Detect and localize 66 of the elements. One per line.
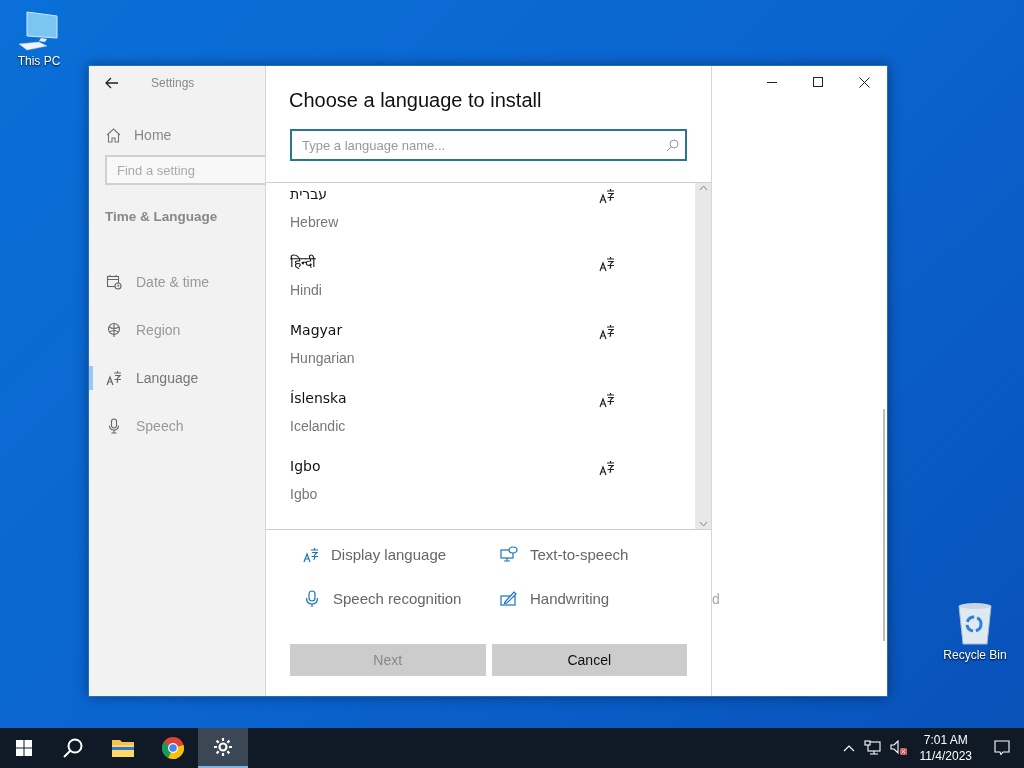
native-name: Igbo	[290, 457, 322, 476]
scroll-down-icon[interactable]	[698, 521, 708, 527]
english-name: Hebrew	[290, 213, 340, 232]
native-name: עברית	[290, 185, 329, 204]
language-icon	[106, 370, 122, 387]
recycle-bin-icon	[955, 602, 995, 646]
selection-indicator	[89, 366, 93, 391]
clock[interactable]: 7:01 AM 11/4/2023	[911, 732, 980, 764]
cancel-button[interactable]: Cancel	[491, 644, 687, 676]
search-icon[interactable]	[666, 139, 679, 152]
microphone-icon	[106, 418, 122, 435]
desktop-icon-label[interactable]: Recycle Bin	[943, 648, 1007, 662]
folder-icon	[111, 738, 135, 758]
muted-speaker-icon[interactable]	[889, 740, 908, 756]
feature-label: Text-to-speech	[530, 544, 629, 565]
language-icon	[599, 324, 615, 340]
chevron-up-icon[interactable]	[842, 744, 855, 752]
dialog-title: Choose a language to install	[289, 88, 543, 113]
language-option[interactable]: Magyar Hungarian	[266, 320, 695, 388]
language-search-field[interactable]: Type a language name...	[290, 129, 687, 161]
section-heading: Time & Language	[105, 208, 219, 226]
back-arrow-icon[interactable]	[105, 76, 119, 90]
english-name: Igbo	[290, 485, 319, 504]
feature-label: Speech recognition	[333, 588, 462, 609]
computer-icon	[17, 10, 61, 52]
browser-icon	[161, 736, 185, 760]
clock-date: 11/4/2023	[919, 748, 972, 764]
calendar-icon	[106, 274, 122, 291]
windows-logo-icon	[16, 740, 32, 756]
search-icon	[62, 737, 84, 759]
globe-icon	[106, 322, 122, 339]
nav-item[interactable]: Language	[89, 354, 265, 403]
settings-icon	[213, 737, 233, 757]
home-icon	[106, 127, 121, 143]
language-option[interactable]: Igbo Igbo	[266, 456, 695, 524]
faded-text: d	[712, 590, 720, 609]
scrollbar[interactable]	[695, 183, 711, 529]
scroll-up-icon[interactable]	[698, 185, 708, 191]
notification-icon	[994, 740, 1010, 756]
microphone-icon	[303, 590, 321, 608]
language-icon	[599, 392, 615, 408]
language-option[interactable]: Íslenska Icelandic	[266, 388, 695, 456]
page-scrollbar[interactable]	[883, 409, 885, 641]
native-name: Magyar	[290, 321, 344, 340]
english-name: Hindi	[290, 281, 323, 300]
taskbar-button[interactable]	[198, 728, 248, 768]
feature-label: Display language	[331, 544, 447, 565]
pen-icon	[500, 590, 518, 608]
feature-label: Handwriting	[530, 588, 610, 609]
english-name: Icelandic	[290, 417, 347, 436]
network-icon[interactable]	[863, 740, 882, 756]
language-icon	[599, 188, 615, 204]
desktop-icon-label[interactable]: This PC	[17, 54, 61, 68]
close-icon	[858, 76, 870, 88]
language-icon	[599, 460, 615, 476]
monitor-speech-icon	[500, 546, 518, 564]
english-name: Hungarian	[290, 349, 356, 368]
maximize-icon	[813, 77, 823, 87]
window-title: Settings	[151, 75, 195, 92]
language-icon	[599, 256, 615, 272]
native-name: Íslenska	[290, 389, 348, 408]
language-option[interactable]: हिन्दी Hindi	[266, 252, 695, 320]
minimize-icon	[767, 81, 777, 83]
clock-time: 7:01 AM	[923, 732, 968, 748]
native-name: हिन्दी	[290, 253, 317, 272]
language-icon	[303, 547, 319, 563]
